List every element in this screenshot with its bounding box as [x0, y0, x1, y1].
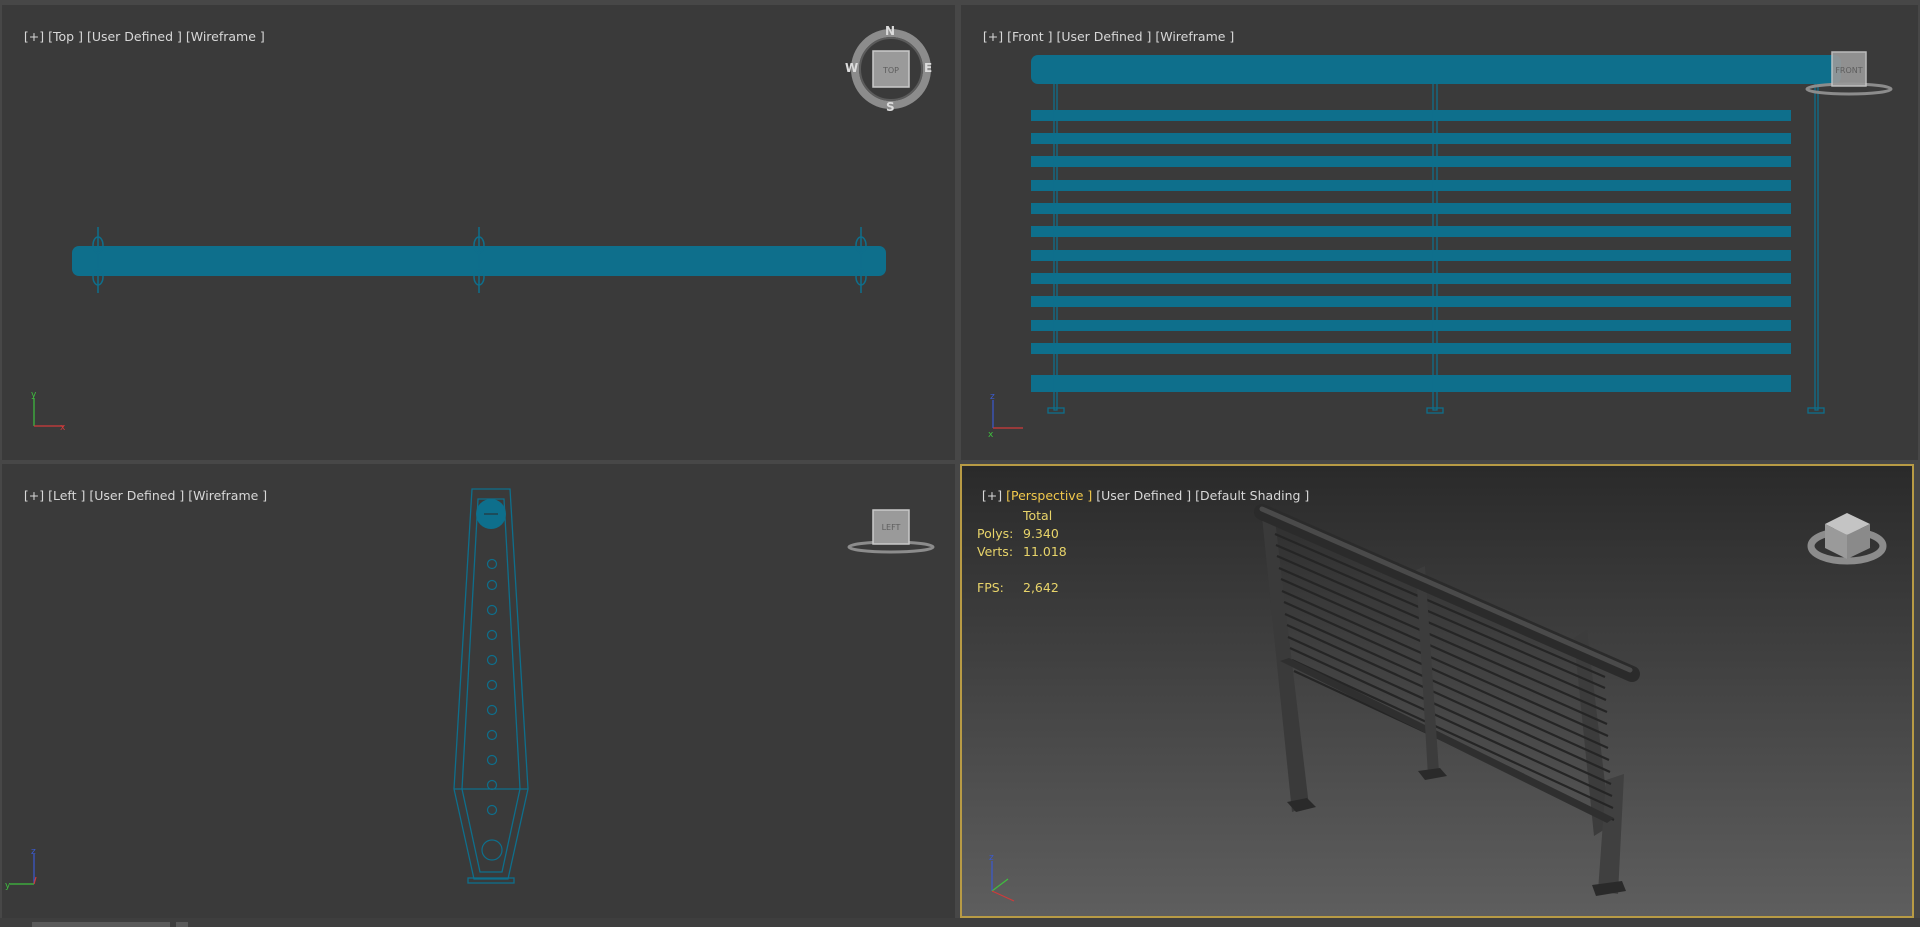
view-type-perspective[interactable]: [Perspective ] [1006, 488, 1092, 503]
polys-value: 9.340 [1023, 526, 1059, 541]
axis-gizmo-top: y x [31, 390, 66, 433]
view-mode-perspective[interactable]: [User Defined ] [1096, 488, 1191, 503]
front-rails [1031, 110, 1791, 392]
axis-gizmo-left: z y [5, 847, 37, 891]
gradient-background [962, 466, 1912, 916]
svg-text:z: z [31, 847, 36, 857]
viewport-left[interactable]: z y [+] [Left ] [User Defined ] [Wirefra… [2, 464, 955, 918]
viewport-menu-front[interactable]: [+] [983, 29, 1003, 44]
viewport-label-top: [+] [Top ] [User Defined ] [Wireframe ] [8, 14, 265, 59]
polys-label: Polys: [977, 526, 1014, 541]
viewport-menu-top[interactable]: [+] [24, 29, 44, 44]
shading-mode-front[interactable]: [Wireframe ] [1155, 29, 1234, 44]
fps-value: 2,642 [1023, 580, 1059, 595]
svg-text:x: x [60, 423, 66, 433]
left-view-scene: z y [5, 488, 935, 891]
shading-mode-top[interactable]: [Wireframe ] [186, 29, 265, 44]
compass-south-label: S [886, 100, 895, 114]
viewcube-face-left[interactable]: LEFT [873, 523, 909, 532]
fps-label: FPS: [977, 580, 1004, 595]
top-view-scene: y x [31, 29, 931, 433]
viewport-perspective[interactable]: z [+] [Perspective ] [User Defined ] [De… [960, 464, 1914, 918]
svg-text:z: z [989, 853, 994, 863]
svg-text:z: z [990, 392, 995, 402]
compass-east-label: E [924, 61, 933, 75]
viewport-label-front: [+] [Front ] [User Defined ] [Wireframe … [967, 14, 1234, 59]
verts-label: Verts: [977, 544, 1014, 559]
compass-north-label: N [885, 24, 896, 38]
viewport-menu-left[interactable]: [+] [24, 488, 44, 503]
front-posts [1047, 79, 1825, 414]
perspective-view-scene: z [962, 466, 1912, 916]
viewcube-face-top[interactable]: TOP [873, 66, 909, 75]
viewport-front[interactable]: z x [+] [Front ] [User Defined ] [Wirefr… [961, 5, 1918, 460]
post-profile-left [453, 488, 529, 884]
handrail-front [1031, 55, 1841, 84]
view-type-front[interactable]: [Front ] [1007, 29, 1052, 44]
svg-text:x: x [988, 430, 994, 440]
verts-value: 11.018 [1023, 544, 1067, 559]
view-mode-left[interactable]: [User Defined ] [89, 488, 184, 503]
view-type-left[interactable]: [Left ] [48, 488, 85, 503]
axis-gizmo-front: z x [988, 392, 1023, 440]
time-slider-arrow[interactable] [176, 922, 188, 927]
cable-holes [481, 558, 503, 861]
compass-west-label: W [845, 61, 859, 75]
viewport-menu-perspective[interactable]: [+] [982, 488, 1002, 503]
view-mode-top[interactable]: [User Defined ] [87, 29, 182, 44]
time-slider-thumb[interactable] [32, 922, 170, 927]
viewport-label-left: [+] [Left ] [User Defined ] [Wireframe ] [8, 473, 267, 518]
svg-text:y: y [5, 881, 11, 891]
viewcube-face-front[interactable]: FRONT [1832, 66, 1866, 75]
stats-header: Total [1023, 508, 1053, 523]
shading-mode-left[interactable]: [Wireframe ] [188, 488, 267, 503]
svg-text:y: y [31, 390, 37, 400]
viewport-top[interactable]: y x [+] [Top ] [User Defined ] [Wirefram… [2, 5, 955, 460]
shading-mode-perspective[interactable]: [Default Shading ] [1195, 488, 1309, 503]
view-mode-front[interactable]: [User Defined ] [1056, 29, 1151, 44]
front-view-scene: z x [988, 51, 1893, 440]
statistics-overlay: Total Polys: 9.340 Verts: 11.018 FPS: 2,642 [977, 507, 1067, 597]
time-slider-strip[interactable] [0, 918, 1920, 927]
view-type-top[interactable]: [Top ] [48, 29, 83, 44]
